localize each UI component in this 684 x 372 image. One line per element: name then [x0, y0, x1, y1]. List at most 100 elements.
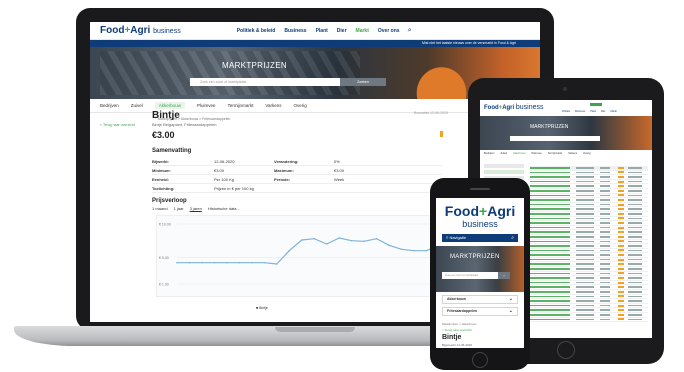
data-point[interactable]	[413, 249, 415, 252]
site-logo[interactable]: Food+Agri business	[100, 25, 181, 36]
table-cell-placeholder	[618, 171, 624, 174]
phone-nav-bar[interactable]: ≡ Navigatie ⌕	[442, 234, 518, 242]
table-cell-placeholder	[628, 185, 642, 187]
table-cell-placeholder	[530, 180, 570, 183]
nav-business[interactable]: Business	[284, 28, 306, 34]
table-cell-placeholder	[576, 171, 594, 174]
tablet-sidebar-item[interactable]	[484, 170, 524, 174]
tablet-search-input[interactable]	[510, 136, 600, 141]
nav-over-ons[interactable]: Over ons	[378, 28, 400, 34]
data-point[interactable]	[388, 244, 390, 247]
tablet-nav-item[interactable]: Markt	[611, 110, 617, 113]
data-point[interactable]	[375, 237, 378, 240]
data-point[interactable]	[425, 249, 428, 252]
table-cell-placeholder	[600, 217, 610, 220]
data-point[interactable]	[313, 237, 316, 240]
search-icon[interactable]: ⌕	[408, 27, 412, 35]
table-cell-placeholder	[618, 221, 624, 224]
tablet-tab[interactable]: Akkerbouw	[513, 152, 525, 155]
table-cell-placeholder	[618, 240, 624, 243]
y-tick-label: € 10.00	[159, 223, 171, 227]
table-cell-placeholder	[618, 212, 624, 215]
data-point[interactable]	[276, 263, 278, 265]
tab-varkens[interactable]: Varkens	[265, 103, 281, 108]
range-3-years[interactable]: 3 jaren	[190, 206, 202, 211]
data-point[interactable]	[300, 239, 303, 241]
data-point[interactable]	[325, 243, 328, 245]
price-chart[interactable]: € 10.00 € 5.00 € 1.00	[156, 215, 446, 297]
table-cell-placeholder	[530, 304, 570, 307]
table-cell-placeholder	[530, 245, 570, 247]
data-point[interactable]	[176, 261, 178, 264]
hero-search-button[interactable]: Zoeken	[340, 78, 386, 86]
data-point[interactable]	[238, 261, 241, 264]
tablet-logo[interactable]: Food+Agri business	[484, 104, 544, 111]
phone-back-link[interactable]: < Terug naar overzicht	[442, 328, 472, 332]
table-cell-placeholder	[628, 254, 642, 256]
tablet-tab[interactable]: Termijnmarkt	[548, 152, 562, 155]
category-select[interactable]: Akkerbouw ⌄	[442, 295, 518, 304]
data-point[interactable]	[188, 261, 191, 264]
range-1-month[interactable]: 1 maand	[152, 206, 168, 211]
table-cell-placeholder	[530, 235, 570, 238]
range-historical[interactable]: Historische data...	[208, 206, 240, 211]
tab-akkerbouw[interactable]: Akkerbouw	[154, 102, 186, 109]
data-point[interactable]	[350, 239, 353, 242]
status-badge	[440, 131, 443, 137]
tablet-nav-item[interactable]: Dier	[601, 110, 606, 113]
table-cell-placeholder	[628, 203, 642, 206]
tablet-nav-item[interactable]: Politiek	[562, 110, 570, 113]
nav-plant[interactable]: Plant	[316, 28, 328, 34]
table-cell-placeholder	[600, 300, 610, 302]
tablet-tab[interactable]: Zuivel	[500, 152, 507, 155]
table-cell-placeholder	[628, 281, 642, 284]
chart-legend[interactable]: ■ Bintje	[256, 306, 268, 310]
tablet-tabs: Bedrijven Zuivel Akkerbouw Pluimvee Term…	[480, 152, 652, 155]
table-cell-placeholder	[576, 263, 594, 266]
data-point[interactable]	[226, 261, 228, 264]
data-point[interactable]	[288, 249, 291, 252]
table-cell-placeholder	[530, 277, 570, 279]
data-point[interactable]	[338, 237, 340, 239]
table-cell-placeholder	[576, 212, 594, 215]
tablet-sidebar-item[interactable]	[484, 164, 524, 168]
table-row[interactable]	[530, 318, 648, 323]
subcategory-select[interactable]: Fritesaardappelen ⌄	[442, 307, 518, 316]
data-point[interactable]	[400, 248, 403, 251]
table-row: Toelichting: Prijzen in € per 100 kg	[152, 184, 442, 193]
phone-search-input[interactable]: Zoek een soort of marktplaats	[442, 272, 498, 279]
tablet-home-button	[557, 341, 575, 359]
data-point[interactable]	[263, 261, 266, 264]
hero-search-input[interactable]: Zoek een soort of marktplaats	[190, 78, 340, 86]
search-icon[interactable]: ⌕	[511, 234, 514, 242]
nav-markt[interactable]: Markt	[356, 28, 369, 34]
summary-value: Per 100 Kg	[214, 176, 235, 182]
tab-termijnmarkt[interactable]: Termijnmarkt	[228, 103, 254, 108]
summary-value: 12-06-2020	[214, 158, 235, 164]
tablet-tab[interactable]: Varkens	[568, 152, 577, 155]
tablet-nav-item[interactable]: Business	[575, 110, 585, 113]
table-cell-placeholder	[618, 313, 624, 316]
nav-dier[interactable]: Dier	[337, 28, 347, 34]
tablet-nav-item[interactable]: Plant	[590, 110, 596, 113]
tab-pluimvee[interactable]: Pluimvee	[197, 103, 216, 108]
tab-zuivel[interactable]: Zuivel	[131, 103, 143, 108]
phone-logo[interactable]: Food+Agri business	[436, 198, 524, 229]
table-cell-placeholder	[530, 194, 570, 197]
data-point[interactable]	[363, 240, 365, 243]
tablet-tab[interactable]: Overig	[583, 152, 590, 155]
tab-overig[interactable]: Overig	[294, 103, 307, 108]
data-point[interactable]	[213, 261, 216, 264]
tablet-cta-button[interactable]	[590, 103, 602, 106]
table-cell-placeholder	[576, 258, 594, 261]
data-point[interactable]	[201, 261, 203, 264]
tablet-tab[interactable]: Pluimvee	[531, 152, 541, 155]
table-cell-placeholder	[618, 231, 624, 234]
data-point[interactable]	[251, 261, 253, 264]
phone-breadcrumb[interactable]: Marktprijzen > Akkerbouw	[442, 322, 476, 326]
tab-bedrijven[interactable]: Bedrijven	[100, 103, 119, 108]
phone-search-button[interactable]: ›	[498, 272, 510, 279]
tablet-tab[interactable]: Bedrijven	[484, 152, 494, 155]
nav-politiek[interactable]: Politiek & beleid	[237, 28, 276, 34]
range-1-year[interactable]: 1 jaar	[174, 206, 184, 211]
